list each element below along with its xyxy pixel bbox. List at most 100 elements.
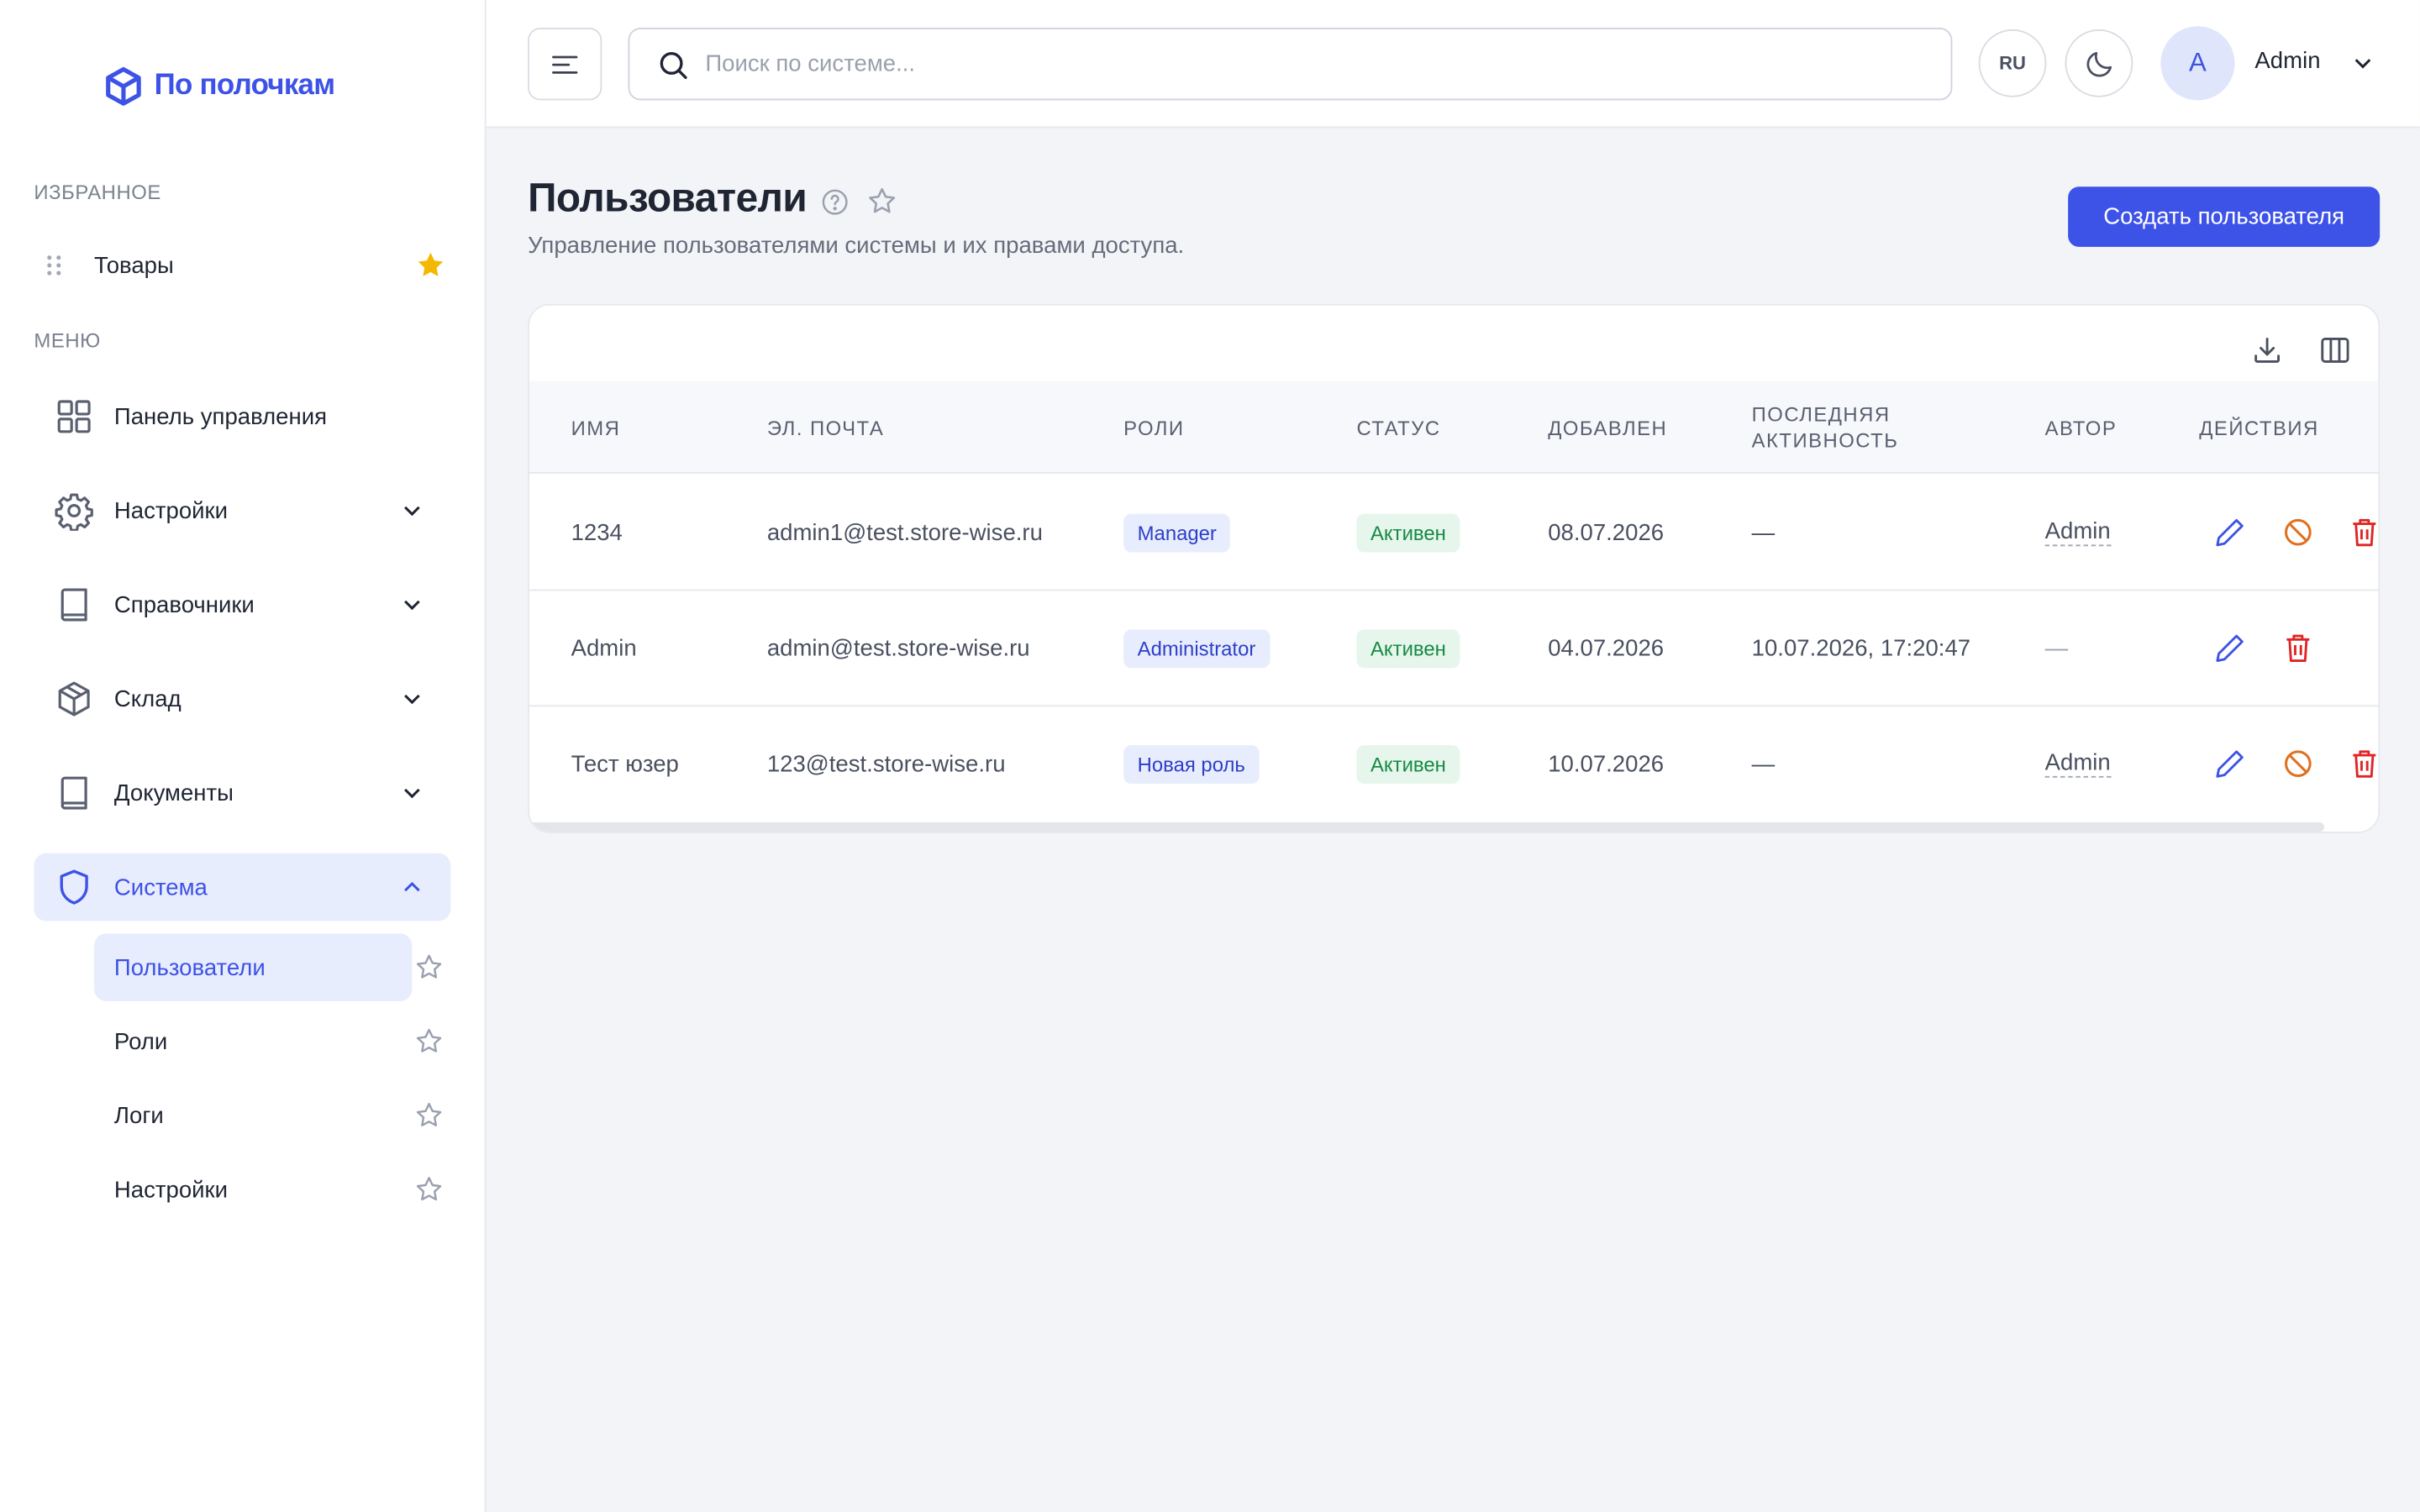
favorite-item-products[interactable]: Товары [34, 234, 450, 296]
column-header-author[interactable]: Автор [2045, 381, 2118, 474]
edit-icon[interactable] [2213, 515, 2247, 549]
chevron-down-icon [404, 506, 420, 517]
menu-icon [552, 55, 578, 73]
moon-icon [2086, 51, 2112, 76]
cell-last-active: — [1751, 751, 1776, 778]
sidebar-toggle-button[interactable] [528, 28, 602, 101]
horizontal-scrollbar[interactable] [529, 822, 2325, 832]
cell-last-active: — [1751, 519, 1776, 547]
language-button[interactable]: RU [1978, 29, 2047, 97]
column-header-last-active[interactable]: Последняя активность [1752, 381, 1968, 474]
edit-icon[interactable] [2213, 631, 2247, 664]
star-outline-icon[interactable] [413, 952, 445, 983]
sidebar-item-dashboard[interactable]: Панель управления [34, 383, 450, 451]
chevron-down-icon [404, 600, 420, 611]
sidebar-subitem-logs[interactable]: Логи [94, 1082, 450, 1150]
sidebar-subitem-settings[interactable]: Настройки [94, 1156, 450, 1224]
search-box[interactable] [628, 28, 1953, 101]
cell-author: — [2044, 635, 2069, 662]
search-icon [660, 51, 687, 79]
sidebar-item-label: Документы [113, 780, 234, 806]
status-badge: Активен [1356, 629, 1460, 669]
sidebar-subitem-roles[interactable]: Роли [94, 1007, 450, 1075]
cell-role: Administrator [1123, 591, 1270, 706]
sidebar-item-label: Панель управления [113, 403, 328, 430]
cell-name: Тест юзер [571, 751, 679, 778]
star-filled-icon[interactable] [413, 249, 447, 282]
book-icon [52, 583, 95, 626]
menu-section-label: МЕНЮ [34, 328, 101, 352]
cell-status: Активен [1356, 706, 1460, 822]
chevron-down-icon [404, 694, 420, 705]
column-header-added[interactable]: Добавлен [1548, 381, 1667, 474]
sidebar-item-system[interactable]: Система [34, 853, 451, 921]
trash-icon[interactable] [2348, 747, 2381, 780]
column-header-name[interactable]: Имя [571, 381, 621, 474]
trash-icon[interactable] [2281, 631, 2315, 664]
role-badge: Manager [1123, 513, 1231, 553]
author-link[interactable]: Admin [2044, 751, 2111, 778]
cube-logo-icon [106, 66, 141, 106]
search-input[interactable] [705, 50, 1909, 77]
sidebar-item-warehouse[interactable]: Склад [34, 665, 450, 733]
block-icon[interactable] [2281, 515, 2315, 549]
cell-author: Admin [2044, 475, 2111, 591]
star-outline-icon[interactable] [413, 1100, 445, 1131]
sidebar-subitem-label: Логи [113, 1102, 164, 1129]
package-icon [52, 677, 95, 720]
book-icon [52, 771, 95, 814]
create-user-button[interactable]: Создать пользователя [2068, 186, 2381, 247]
user-name[interactable]: Admin [2254, 48, 2320, 74]
table-row[interactable]: Тест юзер 123@test.store-wise.ru Новая р… [529, 706, 2381, 822]
sidebar-item-label: Настройки [113, 497, 229, 524]
columns-icon[interactable] [2318, 333, 2352, 367]
theme-toggle-button[interactable] [2065, 29, 2133, 97]
gear-icon [52, 489, 95, 532]
column-header-status[interactable]: Статус [1356, 381, 1440, 474]
users-table-card: Имя Эл. почта Роли Статус Добавлен После… [528, 303, 2381, 833]
cell-status: Активен [1356, 591, 1460, 706]
cell-added: 08.07.2026 [1548, 519, 1665, 547]
table-row[interactable]: 1234 admin1@test.store-wise.ru Manager А… [529, 475, 2381, 591]
download-icon[interactable] [2250, 333, 2284, 367]
top-header: RU A Admin [486, 0, 2420, 129]
cell-status: Активен [1356, 475, 1460, 591]
column-header-actions: Действия [2199, 415, 2319, 439]
status-badge: Активен [1356, 745, 1460, 785]
role-badge: Новая роль [1123, 745, 1260, 785]
edit-icon[interactable] [2213, 747, 2247, 780]
cell-name: 1234 [571, 519, 623, 547]
trash-icon[interactable] [2348, 515, 2381, 549]
star-outline-icon[interactable] [413, 1174, 445, 1205]
sidebar-item-settings[interactable]: Настройки [34, 477, 450, 545]
page-title: Пользователи [528, 174, 808, 221]
sidebar-subitem-users[interactable]: Пользователи [94, 933, 450, 1002]
chevron-down-icon[interactable] [2349, 50, 2376, 77]
page-subtitle: Управление пользователями системы и их п… [528, 233, 1185, 260]
cell-author: Admin [2044, 706, 2111, 822]
shield-icon [52, 865, 95, 908]
app-logo-text: По полочкам [154, 69, 335, 102]
cell-email: admin@test.store-wise.ru [766, 635, 1030, 662]
sidebar-item-documents[interactable]: Документы [34, 759, 450, 827]
role-badge: Administrator [1123, 629, 1270, 669]
column-header-roles[interactable]: Роли [1123, 381, 1184, 474]
block-icon[interactable] [2281, 747, 2315, 780]
favorite-item-label: Товары [94, 252, 174, 279]
star-outline-icon[interactable] [865, 185, 898, 218]
column-header-email[interactable]: Эл. почта [767, 381, 884, 474]
avatar[interactable]: A [2160, 26, 2235, 101]
app-logo[interactable]: По полочкам [102, 65, 335, 108]
star-outline-icon[interactable] [413, 1026, 445, 1057]
drag-handle-icon[interactable] [34, 253, 74, 277]
cell-email: admin1@test.store-wise.ru [766, 519, 1043, 547]
table-row[interactable]: Admin admin@test.store-wise.ru Administr… [529, 591, 2379, 707]
table-header: Имя Эл. почта Роли Статус Добавлен После… [529, 381, 2379, 474]
cell-last-active: 10.07.2026, 17:20:47 [1751, 635, 1971, 662]
chevron-up-icon [404, 881, 420, 892]
author-link[interactable]: Admin [2044, 519, 2111, 547]
sidebar-item-directories[interactable]: Справочники [34, 571, 450, 639]
sidebar-item-label: Склад [113, 685, 182, 712]
sidebar-subitem-label: Настройки [113, 1176, 229, 1203]
help-icon[interactable] [819, 186, 850, 218]
